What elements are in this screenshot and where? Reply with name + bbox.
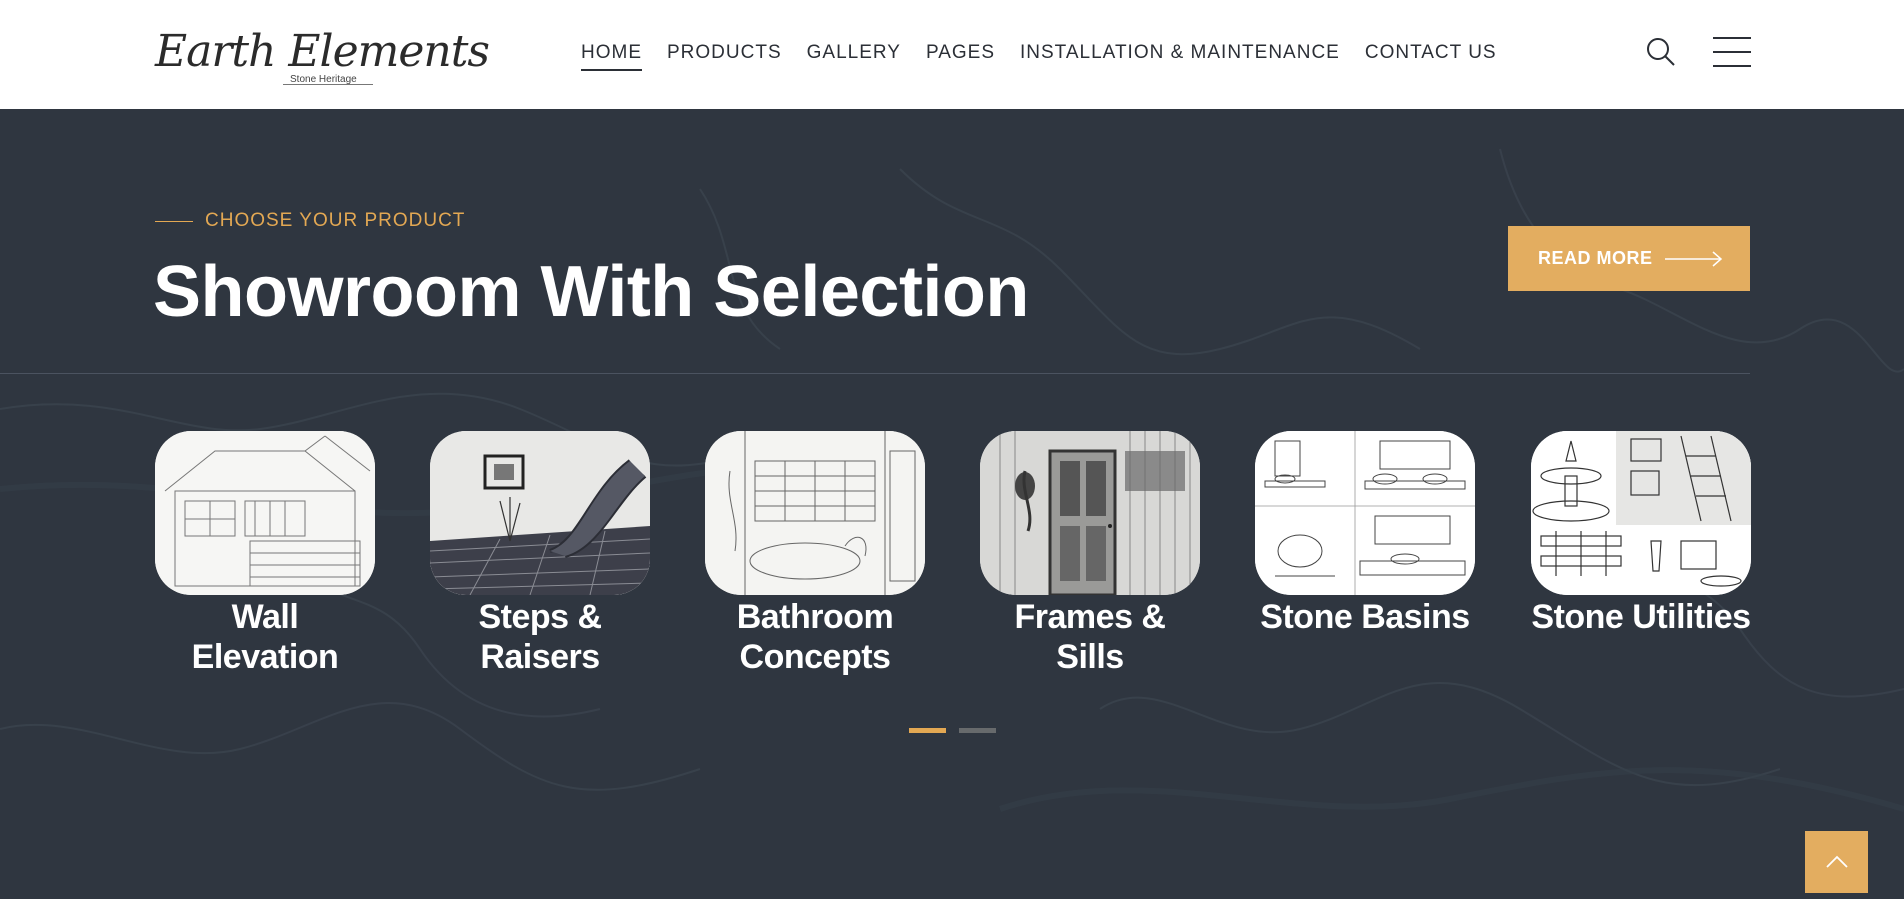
hamburger-menu-icon[interactable] — [1713, 37, 1751, 67]
carousel-pagination — [909, 728, 996, 733]
showroom-section: CHOOSE YOUR PRODUCT Showroom With Select… — [0, 109, 1904, 899]
nav-home[interactable]: HOME — [581, 41, 642, 71]
product-label: Frames & Sills — [1014, 598, 1166, 676]
nav-contact-us[interactable]: CONTACT US — [1365, 41, 1497, 71]
brand-logo[interactable]: Earth Elements Stone Heritage — [155, 22, 490, 88]
read-more-label: READ MORE — [1538, 248, 1653, 268]
nav-products[interactable]: PRODUCTS — [667, 41, 782, 71]
nav-pages[interactable]: PAGES — [926, 41, 995, 71]
carousel-dot-1[interactable] — [909, 728, 946, 733]
search-icon[interactable] — [1645, 36, 1677, 68]
arrow-right-icon — [1664, 250, 1722, 267]
product-image-stone-basins — [1255, 431, 1475, 595]
chevron-up-icon — [1825, 855, 1848, 868]
eyebrow-line — [155, 221, 193, 222]
brand-name: Earth Elements — [155, 26, 490, 77]
read-more-button[interactable]: READ MORE — [1508, 226, 1750, 291]
product-label: Wall Elevation — [191, 598, 339, 676]
product-label: Stone Utilities — [1531, 598, 1751, 636]
product-carousel: Wall Elevation Steps & Raisers Bathroom … — [155, 431, 1751, 691]
product-image-wall-elevation — [155, 431, 375, 595]
product-image-steps-raisers — [430, 431, 650, 595]
product-card-steps-raisers[interactable]: Steps & Raisers — [430, 431, 650, 677]
site-header: Earth Elements Stone Heritage HOME PRODU… — [0, 0, 1904, 109]
brand-tagline: Stone Heritage — [290, 74, 357, 85]
carousel-dot-2[interactable] — [959, 728, 996, 733]
nav-installation-maintenance[interactable]: INSTALLATION & MAINTENANCE — [1020, 41, 1340, 71]
product-image-frames-sills — [980, 431, 1200, 595]
main-nav: HOME PRODUCTS GALLERY PAGES INSTALLATION… — [581, 41, 1522, 71]
product-card-frames-sills[interactable]: Frames & Sills — [980, 431, 1200, 677]
section-heading: Showroom With Selection — [153, 252, 1029, 332]
section-eyebrow: CHOOSE YOUR PRODUCT — [205, 210, 466, 231]
product-image-stone-utilities — [1531, 431, 1751, 595]
product-card-wall-elevation[interactable]: Wall Elevation — [155, 431, 375, 677]
product-card-bathroom-concepts[interactable]: Bathroom Concepts — [705, 431, 925, 677]
product-card-stone-basins[interactable]: Stone Basins — [1255, 431, 1475, 637]
product-label: Stone Basins — [1260, 598, 1470, 636]
scroll-to-top-button[interactable] — [1805, 831, 1868, 893]
section-divider — [0, 373, 1750, 374]
product-label: Bathroom Concepts — [736, 598, 894, 676]
nav-gallery[interactable]: GALLERY — [807, 41, 901, 71]
product-card-stone-utilities[interactable]: Stone Utilities — [1531, 431, 1751, 637]
product-label: Steps & Raisers — [478, 598, 602, 676]
product-image-bathroom-concepts — [705, 431, 925, 595]
